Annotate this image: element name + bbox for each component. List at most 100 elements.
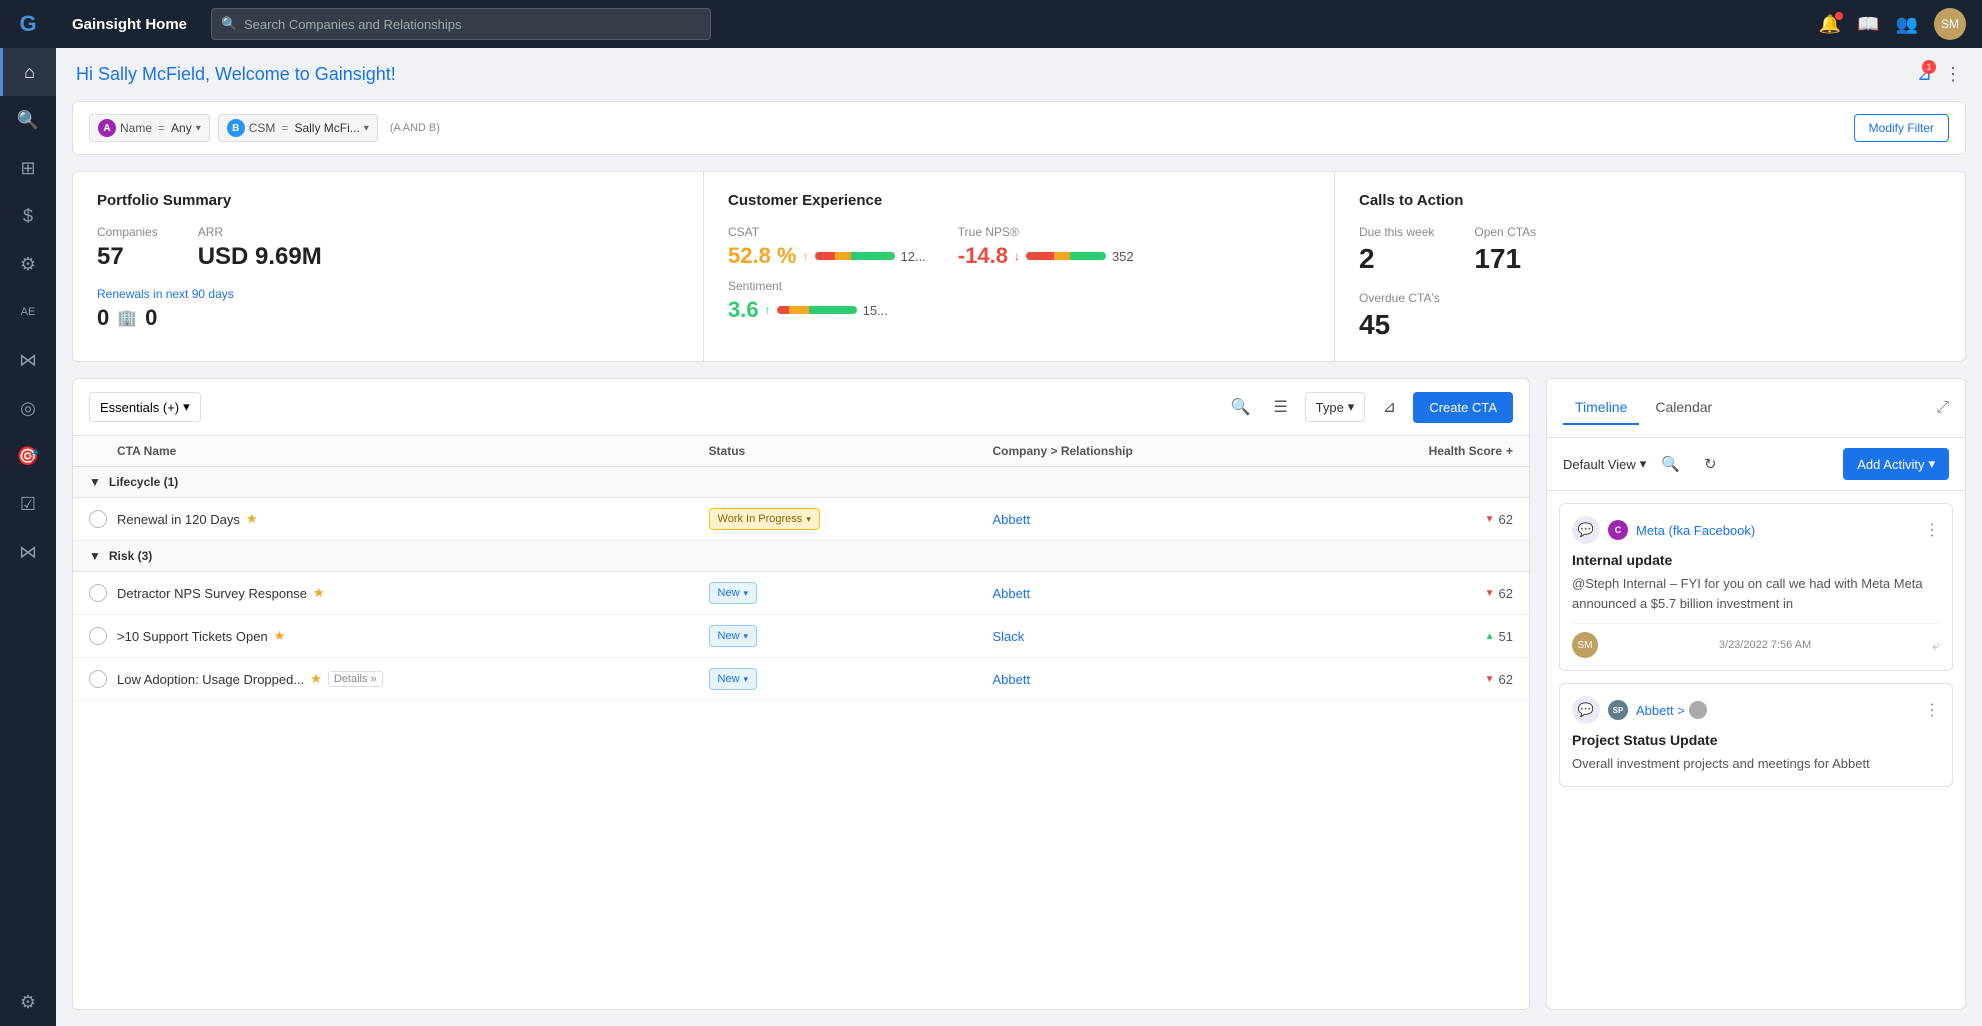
sidebar-item-network[interactable]: ⋈ bbox=[0, 336, 56, 384]
status-badge-new[interactable]: New ▾ bbox=[709, 625, 758, 647]
timeline-type-badge-sp: SP bbox=[1608, 700, 1628, 720]
sidebar-item-gear[interactable]: ⚙ bbox=[0, 978, 56, 1026]
filter-cta-button[interactable]: ⊿ bbox=[1373, 391, 1405, 423]
group-collapse-icon: ▼ bbox=[89, 475, 101, 489]
sidebar-item-settings-main[interactable]: ⚙ bbox=[0, 240, 56, 288]
brand-icon: G bbox=[19, 11, 36, 37]
sentiment-bar-red bbox=[777, 306, 789, 314]
status-dropdown-arrow: ▾ bbox=[744, 588, 749, 599]
timeline-company-link[interactable]: Abbett > bbox=[1636, 701, 1916, 719]
health-value: 51 bbox=[1499, 629, 1513, 644]
more-options-icon[interactable]: ⋮ bbox=[1944, 64, 1962, 85]
add-activity-button[interactable]: Add Activity ▾ bbox=[1843, 448, 1949, 480]
timeline-search-icon: 🔍 bbox=[1661, 455, 1680, 473]
default-view-button[interactable]: Default View ▾ bbox=[1563, 456, 1646, 472]
search-cta-button[interactable]: 🔍 bbox=[1225, 391, 1257, 423]
status-badge-new[interactable]: New ▾ bbox=[709, 668, 758, 690]
sentiment-arrow: ↑ bbox=[765, 303, 771, 317]
portfolio-metrics: Companies 57 ARR USD 9.69M bbox=[97, 225, 679, 271]
group-risk[interactable]: ▼ Risk (3) bbox=[73, 541, 1529, 572]
star-icon[interactable]: ★ bbox=[246, 511, 258, 527]
sidebar-item-camera[interactable]: ◎ bbox=[0, 384, 56, 432]
star-icon[interactable]: ★ bbox=[313, 585, 325, 601]
sidebar-item-search[interactable]: 🔍 bbox=[0, 96, 56, 144]
group-lifecycle[interactable]: ▼ Lifecycle (1) bbox=[73, 467, 1529, 498]
sidebar-item-dashboard[interactable]: ⊞ bbox=[0, 144, 56, 192]
book-icon[interactable]: 📖 bbox=[1857, 14, 1879, 35]
details-tag[interactable]: Details » bbox=[328, 671, 383, 687]
table-row: >10 Support Tickets Open ★ New ▾ Slack ▲… bbox=[73, 615, 1529, 658]
sidebar-item-revenue[interactable]: $ bbox=[0, 192, 56, 240]
sidebar: G ⌂ 🔍 ⊞ $ ⚙ AE ⋈ ◎ 🎯 ☑ ⋈ ⚙ bbox=[0, 0, 56, 1026]
star-icon[interactable]: ★ bbox=[310, 671, 322, 687]
add-col-icon[interactable]: + bbox=[1506, 444, 1513, 458]
timeline-card-body: @Steph Internal – FYI for you on call we… bbox=[1572, 574, 1940, 613]
timeline-search-button[interactable]: 🔍 bbox=[1654, 448, 1686, 480]
csat-arrow: ↑ bbox=[803, 249, 809, 263]
sidebar-item-ae[interactable]: AE bbox=[0, 288, 56, 336]
row-checkbox[interactable] bbox=[89, 584, 107, 602]
timeline-card-more[interactable]: ⋮ bbox=[1924, 520, 1940, 540]
filter-badge: 1 bbox=[1922, 60, 1936, 74]
reply-icon[interactable]: ⤶ bbox=[1932, 637, 1940, 654]
row-company[interactable]: Abbett bbox=[992, 586, 1276, 601]
sidebar-item-home[interactable]: ⌂ bbox=[0, 48, 56, 96]
health-value: 62 bbox=[1499, 512, 1513, 527]
row-company[interactable]: Abbett bbox=[992, 512, 1276, 527]
row-status: New ▾ bbox=[709, 668, 993, 690]
add-activity-arrow: ▾ bbox=[1928, 456, 1935, 472]
open-ctas-value: 171 bbox=[1474, 243, 1536, 275]
table-row: Detractor NPS Survey Response ★ New ▾ Ab… bbox=[73, 572, 1529, 615]
star-icon[interactable]: ★ bbox=[274, 628, 286, 644]
timeline-card: 💬 C Meta (fka Facebook) ⋮ Internal updat… bbox=[1559, 503, 1953, 671]
filter-tag-a[interactable]: A Name = Any ▾ bbox=[89, 114, 210, 142]
tab-calendar[interactable]: Calendar bbox=[1643, 391, 1724, 425]
people-icon[interactable]: 👥 bbox=[1896, 14, 1918, 35]
overdue-label: Overdue CTA's bbox=[1359, 291, 1941, 305]
filter-b-op: = bbox=[281, 121, 288, 135]
health-arrow-up: ▲ bbox=[1485, 631, 1495, 642]
sidebar-item-tasks[interactable]: ☑ bbox=[0, 480, 56, 528]
filter-b-field: CSM bbox=[249, 121, 276, 135]
view-toggle-button[interactable]: ☰ bbox=[1265, 391, 1297, 423]
col-header-health: Health Score + bbox=[1276, 444, 1513, 458]
type-dropdown[interactable]: Type ▾ bbox=[1305, 392, 1366, 422]
topnav-icons: 🔔 📖 👥 SM bbox=[1819, 8, 1966, 40]
csat-bar-red bbox=[815, 252, 835, 260]
tab-timeline[interactable]: Timeline bbox=[1563, 391, 1639, 425]
status-badge-new[interactable]: New ▾ bbox=[709, 582, 758, 604]
type-label: Type bbox=[1316, 400, 1344, 415]
csat-metric: CSAT 52.8 % ↑ 12... bbox=[728, 225, 926, 269]
home-icon: ⌂ bbox=[24, 62, 35, 83]
sidebar-item-target[interactable]: 🎯 bbox=[0, 432, 56, 480]
row-company[interactable]: Slack bbox=[992, 629, 1276, 644]
sentiment-bar bbox=[777, 306, 857, 314]
notification-bell[interactable]: 🔔 bbox=[1819, 14, 1841, 35]
status-badge-wip[interactable]: Work In Progress ▾ bbox=[709, 508, 820, 530]
row-checkbox[interactable] bbox=[89, 670, 107, 688]
external-link-icon[interactable]: ⤢ bbox=[1936, 399, 1949, 417]
filter-icon-button[interactable]: ⊿ 1 bbox=[1917, 64, 1932, 85]
row-checkbox[interactable] bbox=[89, 627, 107, 645]
timeline-refresh-button[interactable]: ↻ bbox=[1694, 448, 1726, 480]
timeline-header: Timeline Calendar ⤢ bbox=[1547, 379, 1965, 438]
search-input[interactable] bbox=[211, 8, 711, 40]
create-cta-button[interactable]: Create CTA bbox=[1413, 392, 1513, 423]
filter-a-letter: A bbox=[98, 119, 116, 137]
timeline-refresh-icon: ↻ bbox=[1704, 455, 1717, 473]
essentials-button[interactable]: Essentials (+) ▾ bbox=[89, 392, 201, 422]
main-area: Gainsight Home 🔍 🔔 📖 👥 SM Hi Sally McFie… bbox=[56, 0, 1982, 1026]
modify-filter-button[interactable]: Modify Filter bbox=[1854, 114, 1949, 142]
filter-logic: (A AND B) bbox=[390, 122, 440, 134]
row-checkbox[interactable] bbox=[89, 510, 107, 528]
portfolio-arr-metric: ARR USD 9.69M bbox=[198, 225, 322, 271]
csat-bar-green bbox=[851, 252, 895, 260]
csat-count: 12... bbox=[901, 249, 926, 264]
filter-tag-b[interactable]: B CSM = Sally McFi... ▾ bbox=[218, 114, 378, 142]
sidebar-logo: G bbox=[0, 0, 56, 48]
timeline-card-more[interactable]: ⋮ bbox=[1924, 700, 1940, 720]
timeline-company-link[interactable]: Meta (fka Facebook) bbox=[1636, 523, 1916, 538]
sidebar-item-connect[interactable]: ⋈ bbox=[0, 528, 56, 576]
row-company[interactable]: Abbett bbox=[992, 672, 1276, 687]
user-avatar-topnav[interactable]: SM bbox=[1934, 8, 1966, 40]
